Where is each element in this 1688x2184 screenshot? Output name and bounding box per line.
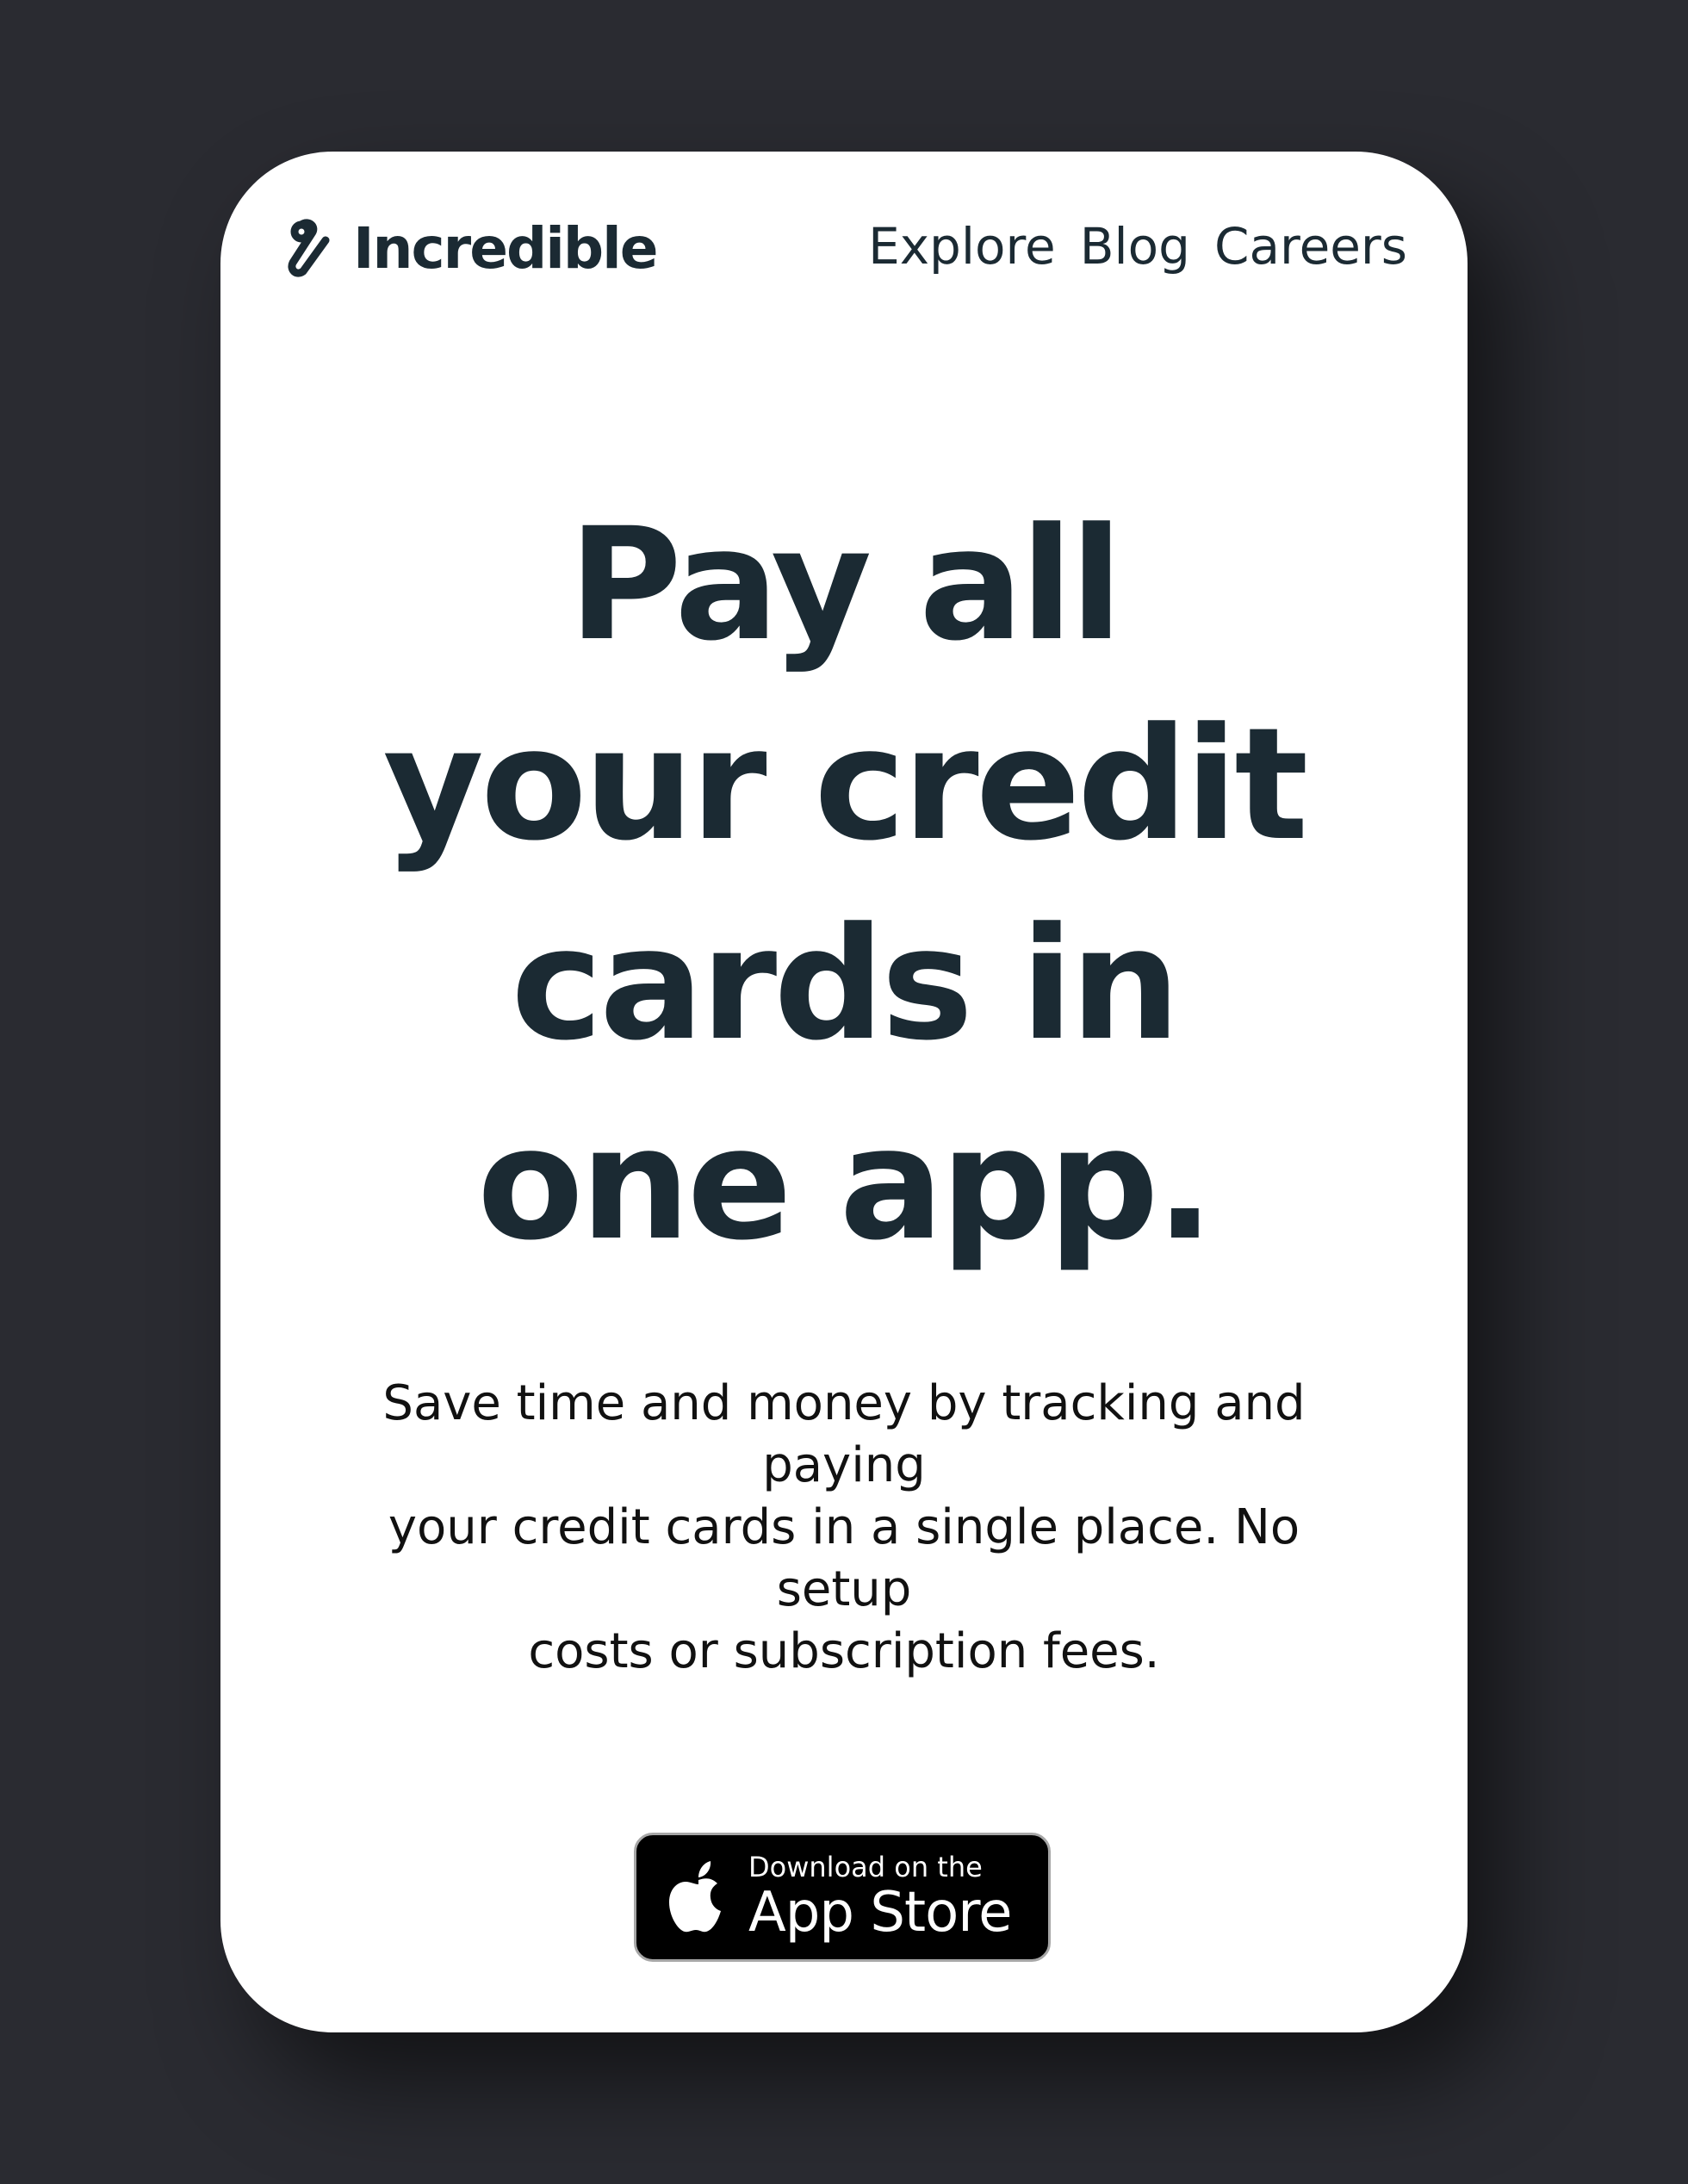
hero-title-line: your credit bbox=[382, 695, 1309, 875]
apple-icon bbox=[669, 1861, 721, 1933]
hero-subtitle-line: setup bbox=[776, 1561, 912, 1617]
app-store-text: Download on the App Store bbox=[748, 1851, 1013, 1945]
nav-explore[interactable]: Explore bbox=[868, 217, 1056, 276]
hero-title-line: one app. bbox=[476, 1095, 1214, 1275]
app-store-small-label: Download on the bbox=[748, 1851, 983, 1883]
hero-subtitle-line: paying bbox=[762, 1437, 926, 1493]
nav-blog[interactable]: Blog bbox=[1080, 217, 1190, 276]
link-icon bbox=[288, 219, 330, 277]
hero-title: Pay all your credit cards in one app. bbox=[220, 486, 1468, 1285]
hero-subtitle-line: Save time and money by tracking and bbox=[382, 1375, 1306, 1431]
app-store-button[interactable]: Download on the App Store bbox=[634, 1833, 1051, 1962]
hero-subtitle-line: costs or subscription fees. bbox=[528, 1623, 1160, 1679]
hero-title-line: Pay all bbox=[568, 495, 1123, 675]
hero-subtitle: Save time and money by tracking and payi… bbox=[341, 1373, 1347, 1683]
hero-title-line: cards in bbox=[511, 895, 1180, 1075]
landing-card: Incredible Explore Blog Careers Pay all … bbox=[220, 152, 1468, 2032]
top-nav: Explore Blog Careers bbox=[844, 217, 1407, 276]
app-store-big-label: App Store bbox=[748, 1881, 1013, 1945]
brand-logo[interactable]: Incredible bbox=[282, 214, 658, 282]
hero-subtitle-line: your credit cards in a single place. No bbox=[388, 1499, 1300, 1555]
brand-name: Incredible bbox=[353, 214, 658, 282]
nav-careers[interactable]: Careers bbox=[1214, 217, 1407, 276]
